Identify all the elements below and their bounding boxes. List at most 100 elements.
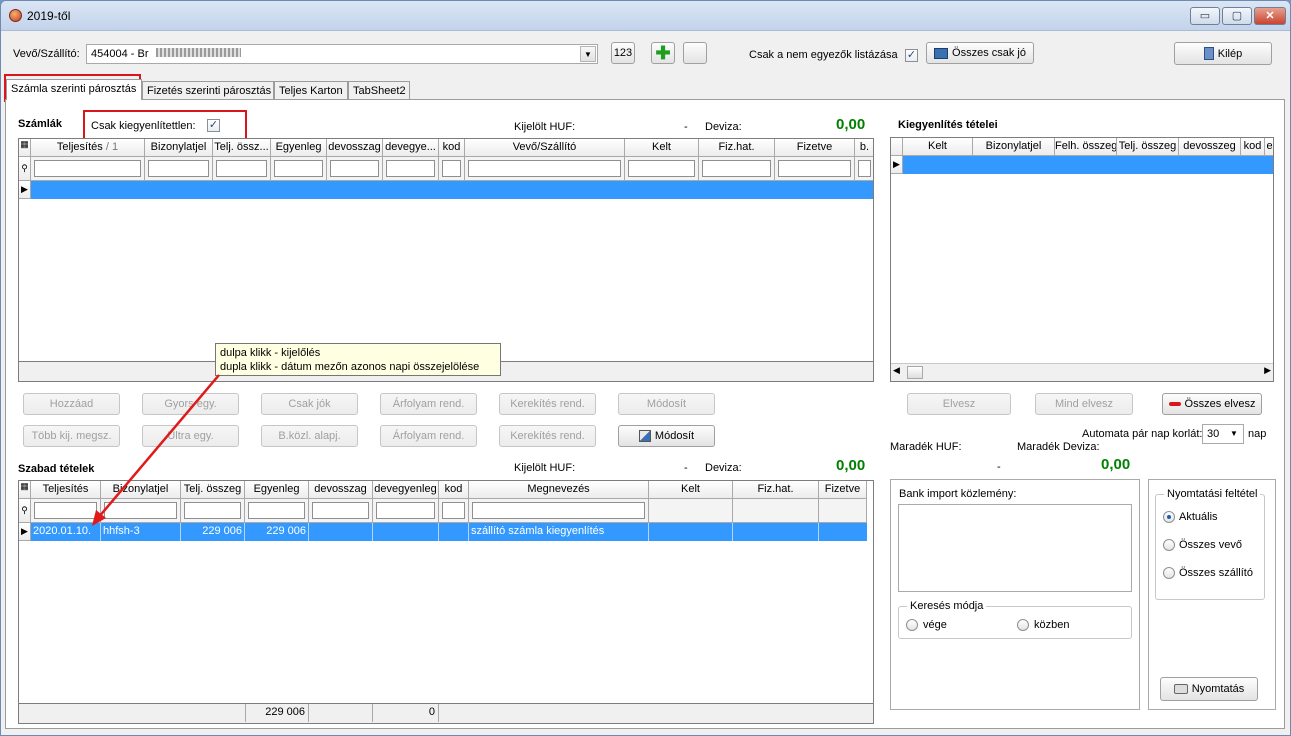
cell-devegyenleg	[373, 523, 439, 541]
chevron-down-icon[interactable]: ▼	[580, 46, 596, 62]
col-kod[interactable]: kod	[439, 139, 465, 157]
rounding-adjust-button-2[interactable]: Kerekítés rend.	[499, 425, 596, 447]
minimize-button[interactable]: ▭	[1190, 7, 1220, 25]
settlement-grid[interactable]: Kelt Bizonylatjel Felh. összeg Telj. öss…	[890, 137, 1274, 382]
tooltip: dulpa klikk - kijelőlés dupla klikk - dá…	[215, 343, 501, 376]
print-box: Nyomtatási feltétel Aktuális Összes vevő…	[1148, 479, 1276, 710]
rate-adjust-button-2[interactable]: Árfolyam rend.	[380, 425, 477, 447]
col-egyenleg[interactable]: Egyenleg	[271, 139, 327, 157]
modify-button[interactable]: Módosít	[618, 393, 715, 415]
chevron-down-icon[interactable]: ▼	[1226, 426, 1242, 442]
grid-menu-icon[interactable]: ▦	[19, 481, 31, 499]
add-icon[interactable]: ✚	[651, 42, 675, 64]
col-egyenleg[interactable]: Egyenleg	[245, 481, 309, 499]
table-row[interactable]	[31, 181, 873, 199]
print-current-radio[interactable]	[1163, 511, 1175, 523]
table-row[interactable]	[903, 156, 1273, 174]
col-kelt[interactable]: Kelt	[649, 481, 733, 499]
col-fiz-hat[interactable]: Fiz.hat.	[733, 481, 819, 499]
filter-input[interactable]	[472, 502, 645, 519]
filter-input[interactable]	[148, 160, 209, 177]
modify-button-2[interactable]: Módosít	[618, 425, 715, 447]
filter-input[interactable]	[34, 160, 141, 177]
horizontal-scrollbar[interactable]: ◀ ▶	[891, 363, 1273, 381]
col-e[interactable]: e	[1265, 138, 1273, 156]
filter-input[interactable]	[330, 160, 379, 177]
col-telj-osszeg[interactable]: Telj. összeg	[1117, 138, 1179, 156]
tab-invoice-pairing[interactable]: Számla szerinti párosztás	[6, 79, 142, 100]
bank-note-button[interactable]: B.közl. alapj.	[261, 425, 358, 447]
col-bizonylatjel[interactable]: Bizonylatjel	[145, 139, 213, 157]
col-fizetve[interactable]: Fizetve	[819, 481, 867, 499]
filter-input[interactable]	[468, 160, 621, 177]
col-devosszag[interactable]: devosszag	[327, 139, 383, 157]
col-teljesites[interactable]: Teljesítés / 1	[31, 139, 145, 157]
table-icon	[934, 47, 949, 59]
window-title: 2019-től	[27, 9, 71, 23]
filter-input[interactable]	[312, 502, 369, 519]
only-ok-button[interactable]: Csak jók	[261, 393, 358, 415]
col-devosszeg[interactable]: devosszeg	[1179, 138, 1241, 156]
col-kod[interactable]: kod	[1241, 138, 1265, 156]
bank-import-textarea[interactable]	[898, 504, 1132, 592]
print-all-customer-radio[interactable]	[1163, 539, 1175, 551]
col-b[interactable]: b.	[855, 139, 873, 157]
tab-tabsheet2[interactable]: TabSheet2	[348, 81, 410, 99]
scroll-left-icon[interactable]: ◀	[893, 365, 900, 376]
search-end-radio[interactable]	[906, 619, 918, 631]
print-all-supplier-radio[interactable]	[1163, 567, 1175, 579]
filter-input[interactable]	[702, 160, 771, 177]
col-megnevezes[interactable]: Megnevezés	[469, 481, 649, 499]
col-fiz-hat[interactable]: Fiz.hat.	[699, 139, 775, 157]
tab-full-account[interactable]: Teljes Karton	[274, 81, 348, 99]
col-devegyenleg[interactable]: devegyenleg	[373, 481, 439, 499]
filter-input[interactable]	[274, 160, 323, 177]
filter-input[interactable]	[442, 160, 461, 177]
col-fizetve[interactable]: Fizetve	[775, 139, 855, 157]
blank-button[interactable]	[683, 42, 707, 64]
row-pointer-icon: ▶	[19, 181, 31, 199]
scroll-thumb[interactable]	[907, 366, 923, 379]
col-felh-osszeg[interactable]: Felh. összeg	[1055, 138, 1117, 156]
print-button[interactable]: Nyomtatás	[1160, 677, 1258, 701]
grid-menu-icon[interactable]: ▦	[19, 139, 31, 157]
maximize-button[interactable]: ▢	[1222, 7, 1252, 25]
search-in-radio[interactable]	[1017, 619, 1029, 631]
filter-input[interactable]	[858, 160, 871, 177]
auto-pair-unit: nap	[1248, 428, 1267, 440]
free-selected-huf-label: Kijelölt HUF:	[514, 462, 576, 474]
free-currency-label: Deviza:	[705, 462, 742, 474]
col-kelt[interactable]: Kelt	[903, 138, 973, 156]
col-telj-osszeg[interactable]: Telj. össz...	[213, 139, 271, 157]
auto-pair-combo[interactable]: 30 ▼	[1202, 424, 1244, 444]
rate-adjust-button[interactable]: Árfolyam rend.	[380, 393, 477, 415]
col-kod[interactable]: kod	[439, 481, 469, 499]
filter-input[interactable]	[778, 160, 851, 177]
remove-total-label: Összes elvesz	[1184, 398, 1256, 410]
partner-combo[interactable]: 454004 - Br ▼	[86, 44, 598, 64]
rounding-adjust-button[interactable]: Kerekítés rend.	[499, 393, 596, 415]
auto-pair-value: 30	[1207, 428, 1220, 440]
only-mismatch-checkbox[interactable]: ✓	[905, 49, 918, 62]
col-devegyenleg[interactable]: devegye...	[383, 139, 439, 157]
filter-input[interactable]	[376, 502, 435, 519]
remove-total-button[interactable]: Összes elvesz	[1162, 393, 1262, 415]
search-in-label: közben	[1034, 619, 1070, 631]
remove-button[interactable]: Elvesz	[907, 393, 1011, 415]
tab-payment-pairing[interactable]: Fizetés szerinti párosztás	[142, 81, 274, 99]
col-kelt[interactable]: Kelt	[625, 139, 699, 157]
filter-input[interactable]	[442, 502, 465, 519]
remove-all-button[interactable]: Mind elvesz	[1035, 393, 1133, 415]
col-devosszag[interactable]: devosszag	[309, 481, 373, 499]
filter-input[interactable]	[216, 160, 267, 177]
scroll-right-icon[interactable]: ▶	[1264, 365, 1271, 376]
col-bizonylatjel[interactable]: Bizonylatjel	[973, 138, 1055, 156]
filter-input[interactable]	[386, 160, 435, 177]
number-button[interactable]: 123	[611, 42, 635, 64]
all-ok-button[interactable]: Összes csak jó	[926, 42, 1034, 64]
filter-input[interactable]	[248, 502, 305, 519]
col-vevo-szallito[interactable]: Vevő/Szállító	[465, 139, 625, 157]
exit-button[interactable]: Kilép	[1174, 42, 1272, 65]
filter-input[interactable]	[628, 160, 695, 177]
close-button[interactable]: ✕	[1254, 7, 1286, 25]
